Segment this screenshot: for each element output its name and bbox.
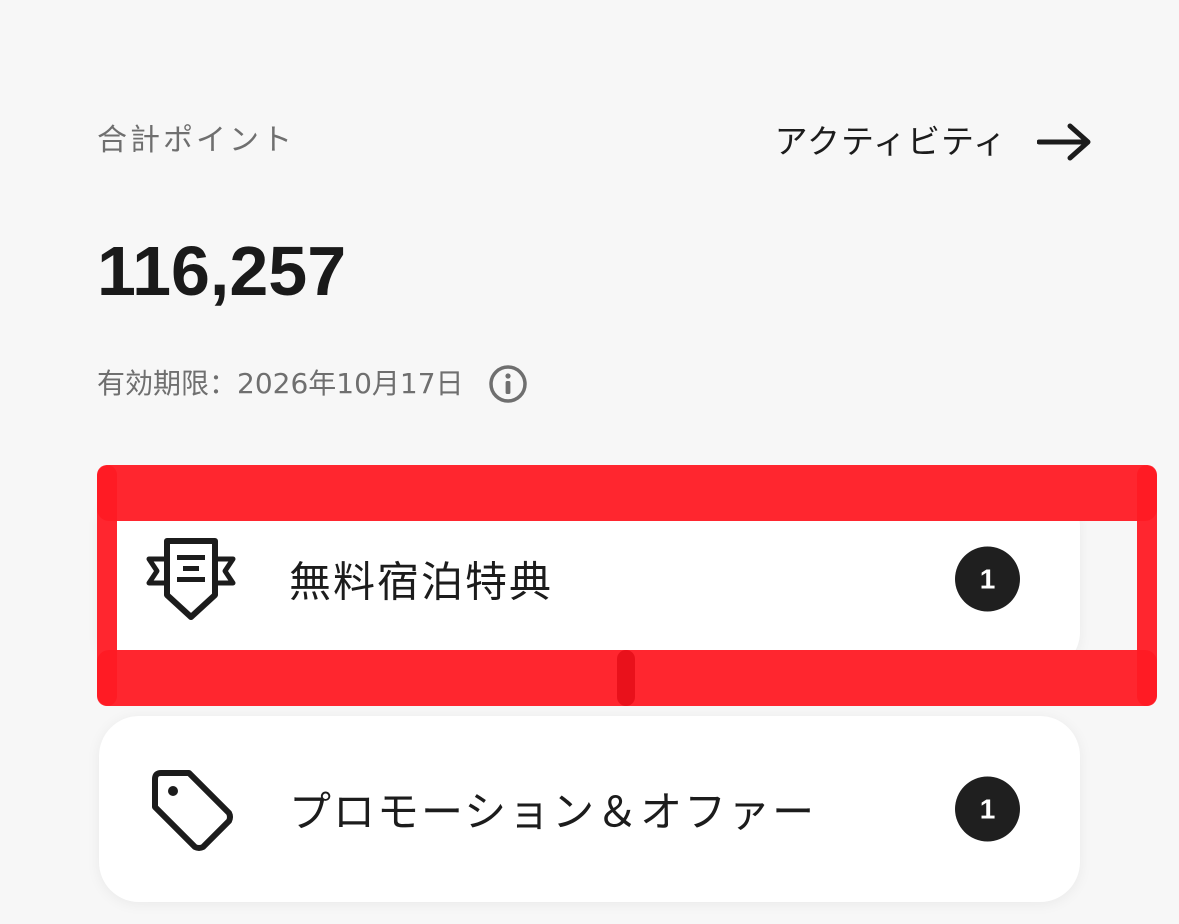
free-night-awards-card[interactable]: 無料宿泊特典 1	[99, 486, 1080, 672]
total-points-value: 116,257	[97, 232, 347, 310]
promotions-offers-count-badge: 1	[955, 776, 1020, 842]
price-tag-icon	[152, 770, 233, 851]
free-night-awards-label: 無料宿泊特典	[289, 557, 554, 607]
promotions-offers-label: プロモーション＆オファー	[289, 787, 817, 837]
total-points-label: 合計ポイント	[97, 123, 295, 158]
info-icon[interactable]	[488, 364, 528, 404]
expiry-row: 有効期限：2026年10月17日	[97, 362, 528, 406]
activity-link[interactable]: アクティビティ	[775, 120, 1093, 164]
arrow-right-icon	[1037, 123, 1091, 161]
free-night-awards-count-badge: 1	[955, 546, 1020, 612]
expiry-date-text: 有効期限：2026年10月17日	[97, 367, 464, 400]
activity-link-label: アクティビティ	[774, 122, 1007, 161]
loyalty-points-screen: 合計ポイント アクティビティ 116,257 有効期限：2026年10月17日	[0, 0, 1179, 924]
promotions-offers-card[interactable]: プロモーション＆オファー 1	[99, 716, 1080, 902]
ribbon-badge-icon	[146, 538, 236, 620]
